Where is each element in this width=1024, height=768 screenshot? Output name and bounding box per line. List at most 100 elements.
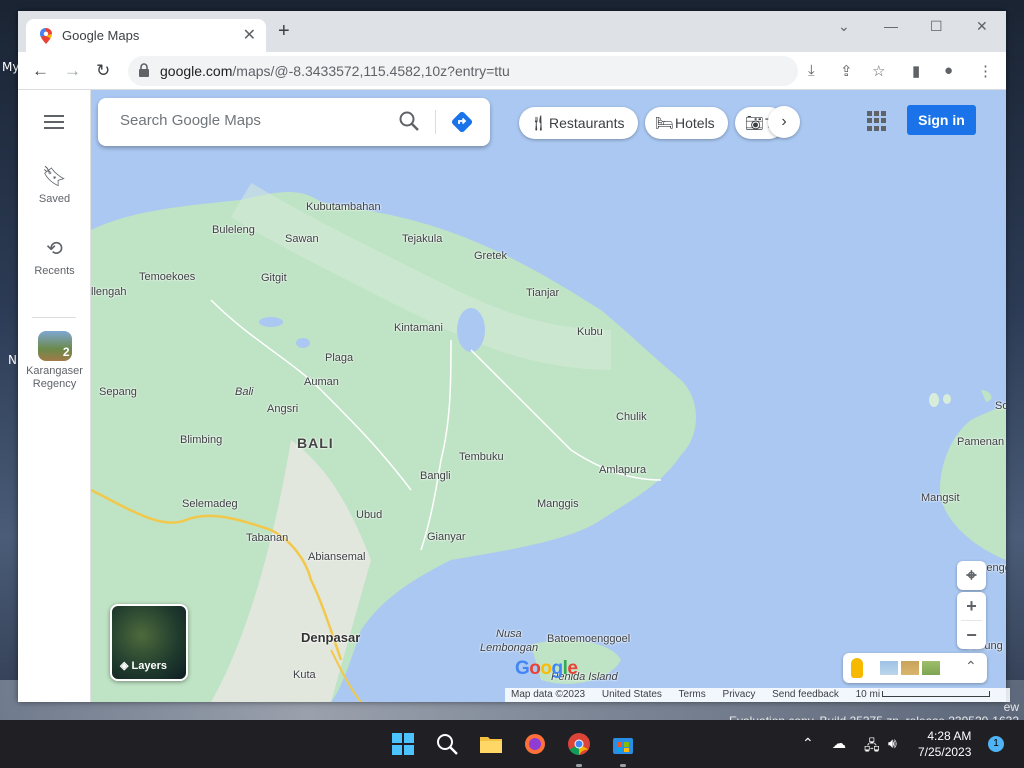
clock-time: 4:28 AM [927, 729, 972, 743]
imagery-thumb[interactable] [901, 661, 919, 675]
map-label[interactable]: Kintamani [394, 322, 443, 334]
map-label[interactable]: Angsri [267, 403, 298, 415]
map-label[interactable]: Nusa [496, 628, 522, 640]
new-tab-icon[interactable]: + [278, 21, 290, 41]
map-label[interactable]: Temoekoes [139, 271, 195, 283]
country-link[interactable]: United States [602, 689, 662, 700]
map-label[interactable]: Manggis [537, 498, 579, 510]
map-label[interactable]: llengah [91, 286, 126, 298]
map-label[interactable]: Mangsit [921, 492, 960, 504]
rail-recent-place[interactable]: 2 Karangaser Regency [18, 331, 91, 391]
map-label[interactable]: Blimbing [180, 434, 222, 446]
windows-start-icon[interactable] [391, 732, 415, 756]
imagery-thumb[interactable] [880, 661, 898, 675]
search-icon[interactable] [398, 110, 420, 132]
notification-badge[interactable]: 1 [988, 736, 1004, 752]
privacy-link[interactable]: Privacy [723, 689, 756, 700]
bookmark-star-icon[interactable]: ☆ [872, 62, 885, 80]
chip-restaurants[interactable]: 🍴︎ Restaurants [519, 107, 638, 139]
map-label[interactable]: Lembongan [480, 642, 538, 654]
directions-icon[interactable] [450, 110, 474, 134]
rail-recents-button[interactable]: ⟲ Recents [18, 236, 91, 278]
map-label[interactable]: Pamenan [957, 436, 1004, 448]
desktop-icon-label[interactable]: My [2, 60, 19, 74]
install-app-icon[interactable]: ⤓ [808, 62, 815, 79]
search-box [98, 98, 490, 146]
zoom-out-button[interactable]: − [957, 621, 986, 649]
maximize-icon[interactable]: ☐ [930, 18, 943, 35]
file-explorer-icon[interactable] [479, 732, 503, 756]
share-icon[interactable]: ⇪ [840, 62, 853, 80]
map-label[interactable]: BALI [297, 435, 334, 451]
close-window-icon[interactable]: ✕ [976, 18, 988, 35]
search-input[interactable] [120, 112, 380, 129]
map-label[interactable]: Tejakula [402, 233, 442, 245]
desktop-icon-label[interactable]: N [8, 353, 17, 367]
onedrive-icon[interactable]: ☁ [832, 735, 846, 752]
volume-icon[interactable]: 🔊︎ [888, 735, 897, 752]
map-label[interactable]: Abiansemal [308, 551, 365, 563]
map-label[interactable]: Denpasar [301, 630, 360, 645]
map-label[interactable]: Bangli [420, 470, 451, 482]
forward-icon[interactable]: → [64, 61, 81, 81]
map-label[interactable]: Sepang [99, 386, 137, 398]
hamburger-menu-icon[interactable] [44, 115, 64, 129]
side-panel-icon[interactable]: ▮ [912, 62, 920, 80]
network-icon[interactable]: 🖧︎ [864, 735, 880, 759]
layers-label: ◈ Layers [120, 660, 167, 672]
back-icon[interactable]: ← [32, 61, 49, 81]
scale-label[interactable]: 10 mi [856, 689, 880, 700]
minimize-icon[interactable]: — [884, 18, 898, 34]
map-label[interactable]: Gianyar [427, 531, 466, 543]
map-label[interactable]: Kuta [293, 669, 316, 681]
close-tab-icon[interactable]: ✕ [243, 25, 256, 45]
store-icon[interactable] [611, 732, 635, 756]
menu-kebab-icon[interactable]: ⋮ [978, 62, 993, 80]
map-canvas[interactable]: Kubutambahan Buleleng Sawan Tejakula Tem… [91, 90, 1006, 702]
store-running-indicator [620, 764, 626, 767]
tab-search-chevron-icon[interactable]: ⌄ [838, 18, 850, 35]
map-label[interactable]: Plaga [325, 352, 353, 364]
map-label[interactable]: Sawan [285, 233, 319, 245]
sign-in-button[interactable]: Sign in [907, 105, 976, 135]
chrome-icon[interactable] [567, 732, 591, 756]
map-label[interactable]: Gretek [474, 250, 507, 262]
map-label[interactable]: Tembuku [459, 451, 504, 463]
map-label[interactable]: Tabanan [246, 532, 288, 544]
map-label[interactable]: Tianjar [526, 287, 559, 299]
firefox-icon[interactable] [523, 732, 547, 756]
pegman-icon[interactable] [851, 658, 863, 678]
map-label[interactable]: Buleleng [212, 224, 255, 236]
zoom-in-button[interactable]: + [957, 592, 986, 620]
imagery-thumb[interactable] [922, 661, 940, 675]
browser-toolbar: ← → ↻ google.com/maps/@-8.3433572,115.45… [18, 52, 1006, 90]
google-apps-icon[interactable] [867, 111, 887, 131]
map-label[interactable]: Kubutambahan [306, 201, 381, 213]
layers-button[interactable]: ◈ Layers [110, 604, 188, 681]
chips-next-button[interactable]: › [768, 106, 800, 138]
feedback-link[interactable]: Send feedback [772, 689, 839, 700]
map-label[interactable]: Gitgit [261, 272, 287, 284]
terms-link[interactable]: Terms [679, 689, 706, 700]
map-label[interactable]: Amlapura [599, 464, 646, 476]
map-label[interactable]: Batoemoenggoel [547, 633, 630, 645]
profile-avatar-icon[interactable]: ● [944, 62, 953, 79]
expand-up-icon[interactable]: ⌃ [965, 658, 977, 675]
my-location-button[interactable]: ⌖ [957, 561, 986, 590]
map-label[interactable]: Chulik [616, 411, 647, 423]
map-label[interactable]: Auman [304, 376, 339, 388]
map-label[interactable]: Kubu [577, 326, 603, 338]
map-label[interactable]: So [995, 400, 1006, 412]
search-divider [435, 110, 436, 134]
address-bar[interactable]: google.com/maps/@-8.3433572,115.4582,10z… [128, 56, 798, 86]
search-taskbar-icon[interactable] [435, 732, 459, 756]
tray-overflow-icon[interactable]: ⌃ [802, 735, 814, 752]
reload-icon[interactable]: ↻ [96, 61, 110, 81]
rail-saved-button[interactable]: 🔖︎ Saved [18, 164, 91, 206]
map-label[interactable]: Bali [235, 386, 253, 398]
tab-google-maps[interactable]: Google Maps ✕ [26, 19, 266, 52]
system-clock[interactable]: 4:28 AM 7/25/2023 [918, 728, 971, 760]
map-label[interactable]: Selemadeg [182, 498, 238, 510]
chip-hotels[interactable]: 🛏︎ Hotels [645, 107, 728, 139]
map-label[interactable]: Ubud [356, 509, 382, 521]
